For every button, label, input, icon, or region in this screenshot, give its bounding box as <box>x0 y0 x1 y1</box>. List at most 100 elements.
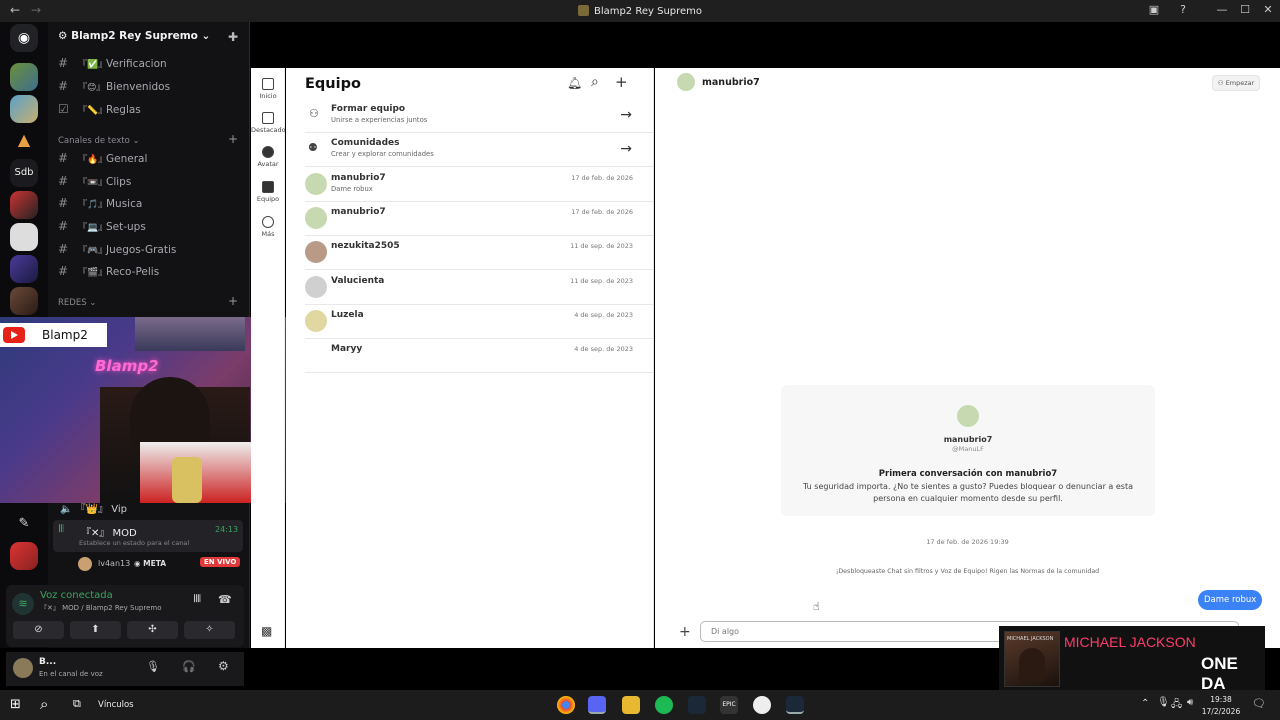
channel-clips[interactable]: # 『📼』Clips <box>58 174 243 194</box>
cursor-hand-icon: ☝ <box>813 600 820 613</box>
soundboard-button[interactable]: ✧ <box>184 621 235 639</box>
server-icon[interactable] <box>10 95 38 123</box>
task-view-icon[interactable]: ⧉ <box>73 697 81 711</box>
chrome-icon[interactable] <box>557 696 575 714</box>
inbox-icon[interactable]: ▣ <box>1144 3 1164 19</box>
nav-mas[interactable]: Más <box>251 216 285 238</box>
epic-games-icon[interactable]: EPIC <box>720 696 738 714</box>
mic-tray-icon[interactable]: 🎙 <box>1157 697 1170 708</box>
conversation-row[interactable]: Luzela 4 de sep. de 2023 <box>305 305 654 339</box>
app-icon[interactable] <box>753 696 771 714</box>
steam-icon[interactable] <box>688 696 706 714</box>
attach-plus-icon[interactable]: + <box>679 624 691 640</box>
server-icon[interactable] <box>10 223 38 251</box>
signal-icon: ≋ <box>12 593 34 615</box>
server-icon[interactable] <box>10 542 38 570</box>
avatar[interactable] <box>13 658 33 678</box>
add-channel-icon[interactable]: + <box>228 294 238 308</box>
server-icon[interactable] <box>10 287 38 315</box>
spotify-icon[interactable] <box>655 696 673 714</box>
avatar[interactable] <box>677 73 695 91</box>
search-icon[interactable]: ⌕ <box>40 695 48 713</box>
clock-time[interactable]: 19:38 <box>1205 695 1237 704</box>
windows-start-icon[interactable]: ⊞ <box>10 697 21 712</box>
voice-channel-vip[interactable]: 🔈 『👑』 Vip <box>60 500 250 520</box>
voice-channel-mod[interactable]: 𝄃𝄃 『✕』 MOD 24:13 Establece un estado par… <box>53 520 243 552</box>
notification-icon[interactable]: 🗨 <box>1252 697 1266 710</box>
volume-icon[interactable]: 🔊︎ <box>1187 697 1193 708</box>
tray-chevron-icon[interactable]: ⌃ <box>1141 698 1149 709</box>
network-icon[interactable]: 🖧 <box>1171 697 1182 714</box>
add-channel-icon[interactable]: + <box>228 132 238 146</box>
chat-username[interactable]: manubrio7 <box>702 77 760 88</box>
roblox-logo-icon[interactable]: ▩ <box>261 624 272 638</box>
title-bar: ← → Blamp2 Rey Supremo ▣ ? — ☐ ✕ <box>0 0 1280 22</box>
avatar <box>305 207 327 229</box>
taskbar: ⊞ ⌕ ⧉ Vínculos EPIC ⌃ 🎙 🖧 🔊︎ 19:38 17/2/… <box>0 690 1280 720</box>
hash-icon: # <box>58 242 69 256</box>
screen-share-button[interactable]: ⬆ <box>70 621 121 639</box>
youtube-badge: Blamp2 <box>0 323 107 347</box>
search-icon[interactable]: ⌕ <box>591 74 599 90</box>
channel-setups[interactable]: # 『💻』Set-ups <box>58 219 243 239</box>
channel-general[interactable]: # 『🔥』General <box>58 151 243 171</box>
add-icon[interactable]: + <box>615 73 628 91</box>
hash-icon: # <box>58 56 69 70</box>
server-icon[interactable]: Sdb <box>10 159 38 187</box>
microphone-icon[interactable]: 🎙 <box>146 660 160 673</box>
clock-date[interactable]: 17/2/2026 <box>1200 707 1242 716</box>
settings-gear-icon[interactable]: ⚙ <box>218 659 229 673</box>
album-figure <box>1019 648 1045 682</box>
action-form-party[interactable]: ⚇ Formar equipo Unirse a experiencias ju… <box>305 99 654 133</box>
channel-juegos-gratis[interactable]: # 『🎮』Juegos-Gratis <box>58 242 243 262</box>
close-button[interactable]: ✕ <box>1258 3 1278 19</box>
nav-inicio[interactable]: Inicio <box>251 78 285 100</box>
nav-avatar[interactable]: Avatar <box>251 146 285 168</box>
discord-icon[interactable] <box>588 696 606 714</box>
party-list-pane: Equipo 🔔︎ ⌕ + ⚇ Formar equipo Unirse a e… <box>286 68 654 648</box>
nav-destacados[interactable]: Destacados <box>251 112 289 134</box>
top-band <box>250 22 1280 68</box>
action-communities[interactable]: ⚉ Comunidades Crear y explorar comunidad… <box>305 133 654 167</box>
help-icon[interactable]: ? <box>1173 3 1193 19</box>
camera-off-button[interactable]: ⊘ <box>13 621 64 639</box>
conversation-row[interactable]: manubrio7 Dame robux 17 de feb. de 2026 <box>305 168 654 202</box>
empezar-button[interactable]: ⚇ Empezar <box>1212 75 1260 91</box>
conversation-row[interactable]: nezukita2505 11 de sep. de 2023 <box>305 236 654 270</box>
conversation-row[interactable]: Valucienta 11 de sep. de 2023 <box>305 271 654 305</box>
maximize-button[interactable]: ☐ <box>1235 3 1255 19</box>
category-redes[interactable]: REDES ⌄ <box>58 298 96 308</box>
activities-button[interactable]: ✣ <box>127 621 178 639</box>
discord-home-icon[interactable]: ◉ <box>10 24 38 52</box>
server-icon[interactable]: ▲ <box>10 127 38 155</box>
nav-equipo[interactable]: Equipo <box>251 181 285 203</box>
steam-icon[interactable] <box>786 696 804 714</box>
hash-icon: # <box>58 151 69 165</box>
server-icon[interactable]: ✎ <box>10 510 38 538</box>
arrow-right-icon: → <box>620 141 632 157</box>
minimize-button[interactable]: — <box>1212 3 1232 19</box>
channel-bienvenidos[interactable]: # 『😊』Bienvenidos <box>58 79 243 99</box>
voice-member[interactable]: lv4an13 ◉ META EN VIVO <box>78 556 243 572</box>
headphones-icon[interactable]: 🎧 <box>182 660 196 673</box>
server-icon[interactable] <box>10 191 38 219</box>
channel-verificacion[interactable]: # 『✅』Verificacion <box>58 56 243 76</box>
disconnect-icon[interactable]: ☎ <box>218 593 232 606</box>
file-explorer-icon[interactable] <box>622 696 640 714</box>
links-toolbar[interactable]: Vínculos <box>98 700 134 710</box>
channel-reglas[interactable]: ☑ 『📏』Reglas <box>58 102 243 122</box>
server-icon[interactable] <box>10 255 38 283</box>
noise-suppression-icon[interactable]: 𝄃𝄃𝄃 <box>194 594 201 605</box>
conversation-row[interactable]: Maryy 4 de sep. de 2023 <box>305 339 654 373</box>
add-member-icon[interactable]: ✚ <box>228 30 238 44</box>
system-notice: ¡Desbloqueaste Chat sin filtros y Voz de… <box>835 568 1100 575</box>
channel-reco-pelis[interactable]: # 『🎬』Reco-Pelis <box>58 264 243 284</box>
conversation-row[interactable]: manubrio7 17 de feb. de 2026 <box>305 202 654 236</box>
server-icon[interactable] <box>10 63 38 91</box>
set-status-link[interactable]: Establece un estado para el canal <box>79 539 189 547</box>
channel-musica[interactable]: # 『🎵』Musica <box>58 196 243 216</box>
guild-header[interactable]: ⚙ Blamp2 Rey Supremo ⌄ <box>58 30 210 42</box>
category-text[interactable]: Canales de texto ⌄ <box>58 136 140 146</box>
bell-icon[interactable]: 🔔︎ <box>567 76 582 90</box>
member-tag: ◉ META <box>134 559 167 568</box>
